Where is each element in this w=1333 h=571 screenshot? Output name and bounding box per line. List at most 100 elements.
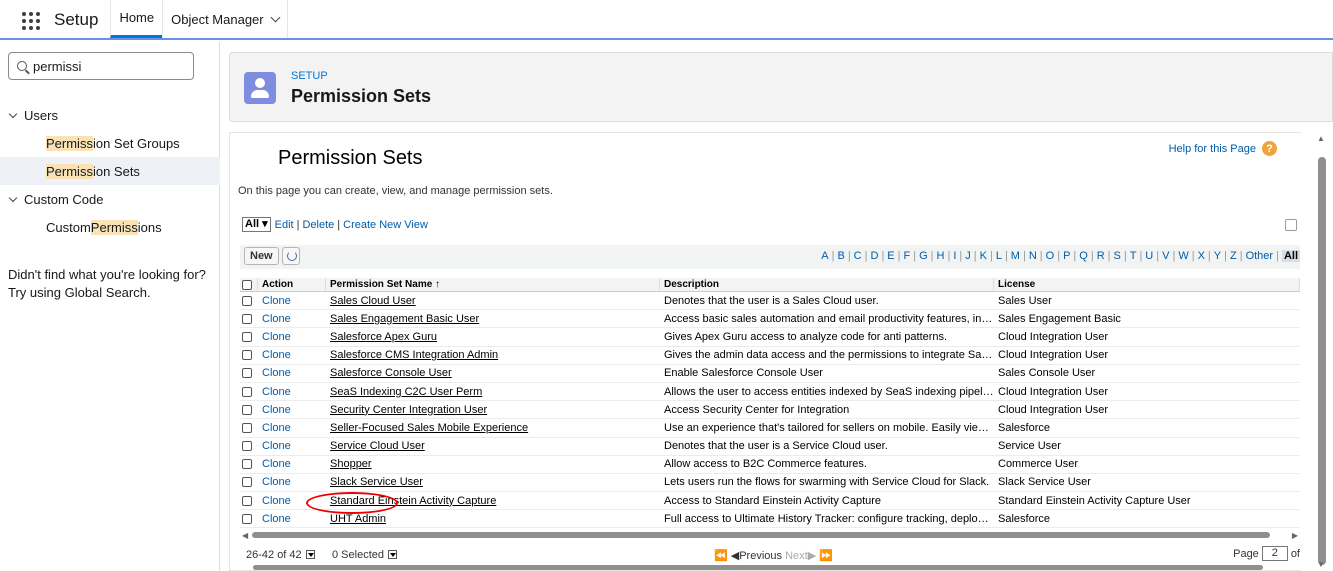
create-new-view-link[interactable]: Create New View bbox=[343, 219, 428, 231]
alpha-filter-q[interactable]: Q bbox=[1079, 250, 1088, 262]
alpha-filter-m[interactable]: M bbox=[1011, 250, 1020, 262]
horizontal-scrollbar[interactable]: ◀ ▶ bbox=[242, 531, 1298, 540]
clone-link[interactable]: Clone bbox=[262, 513, 291, 525]
alpha-filter-l[interactable]: L bbox=[996, 250, 1002, 262]
alpha-filter-h[interactable]: H bbox=[937, 250, 945, 262]
first-page-button[interactable]: ⏪ bbox=[714, 550, 728, 562]
alpha-filter-x[interactable]: X bbox=[1198, 250, 1205, 262]
permission-set-name-link[interactable]: Shopper bbox=[330, 458, 372, 470]
permission-set-name-link[interactable]: Slack Service User bbox=[330, 476, 423, 488]
record-range[interactable]: 26-42 of 42 bbox=[246, 549, 315, 561]
row-checkbox[interactable] bbox=[242, 477, 252, 488]
permission-set-name-link[interactable]: Salesforce Console User bbox=[330, 367, 452, 379]
help-for-this-page-link[interactable]: Help for this Page ? bbox=[1169, 141, 1277, 156]
alpha-filter-e[interactable]: E bbox=[887, 250, 894, 262]
clone-link[interactable]: Clone bbox=[262, 440, 291, 452]
row-checkbox[interactable] bbox=[242, 350, 252, 361]
alpha-filter-all[interactable]: All bbox=[1281, 250, 1300, 262]
refresh-icon[interactable] bbox=[282, 247, 300, 265]
clone-link[interactable]: Clone bbox=[262, 476, 291, 488]
alpha-filter-r[interactable]: R bbox=[1097, 250, 1105, 262]
vertical-scrollbar[interactable]: ▲ ▼ bbox=[1313, 132, 1333, 571]
column-header-name[interactable]: Permission Set Name ↑ bbox=[326, 278, 660, 291]
alpha-filter-u[interactable]: U bbox=[1145, 250, 1153, 262]
permission-set-name-link[interactable]: Seller-Focused Sales Mobile Experience bbox=[330, 422, 528, 434]
clone-link[interactable]: Clone bbox=[262, 422, 291, 434]
sidebar-item-permission-sets[interactable]: Permiss ion Sets bbox=[0, 157, 220, 185]
tree-node-users[interactable]: Users bbox=[8, 108, 58, 123]
separator: | bbox=[1107, 250, 1111, 262]
permission-set-name-link[interactable]: Security Center Integration User bbox=[330, 404, 487, 416]
permission-set-name-link[interactable]: Sales Engagement Basic User bbox=[330, 313, 479, 325]
alpha-filter-z[interactable]: Z bbox=[1230, 250, 1237, 262]
edit-view-link[interactable]: Edit bbox=[275, 219, 294, 231]
clone-link[interactable]: Clone bbox=[262, 331, 291, 343]
column-header-description[interactable]: Description bbox=[660, 278, 994, 291]
clone-link[interactable]: Clone bbox=[262, 495, 291, 507]
alpha-filter-k[interactable]: K bbox=[980, 250, 987, 262]
clone-link[interactable]: Clone bbox=[262, 295, 291, 307]
column-header-license[interactable]: License bbox=[994, 278, 1300, 291]
clone-link[interactable]: Clone bbox=[262, 349, 291, 361]
clone-link[interactable]: Clone bbox=[262, 458, 291, 470]
alpha-filter-s[interactable]: S bbox=[1114, 250, 1121, 262]
alpha-filter-o[interactable]: O bbox=[1046, 250, 1055, 262]
clone-link[interactable]: Clone bbox=[262, 404, 291, 416]
tree-node-custom-code[interactable]: Custom Code bbox=[8, 192, 103, 207]
permission-set-name-link[interactable]: Salesforce CMS Integration Admin bbox=[330, 349, 498, 361]
previous-page-button[interactable]: ◀Previous bbox=[731, 550, 782, 562]
row-checkbox[interactable] bbox=[242, 459, 252, 470]
row-checkbox[interactable] bbox=[242, 404, 252, 415]
next-page-button[interactable]: Next▶ bbox=[785, 550, 816, 562]
page-horizontal-scrollbar[interactable] bbox=[229, 563, 1313, 571]
clone-link[interactable]: Clone bbox=[262, 313, 291, 325]
view-select[interactable]: All ▾ bbox=[242, 217, 271, 232]
printer-icon[interactable] bbox=[1285, 219, 1297, 231]
alpha-filter-y[interactable]: Y bbox=[1214, 250, 1221, 262]
sidebar-item-custom-permissions[interactable]: Custom Permiss ions bbox=[0, 213, 220, 241]
select-all-checkbox[interactable] bbox=[242, 279, 252, 290]
chevron-down-icon[interactable] bbox=[270, 12, 281, 22]
tab-home[interactable]: Home bbox=[110, 0, 163, 38]
table-row: Clone Salesforce Apex Guru Gives Apex Guru… bbox=[240, 328, 1300, 347]
alpha-filter-n[interactable]: N bbox=[1029, 250, 1037, 262]
row-checkbox[interactable] bbox=[242, 495, 252, 506]
delete-view-link[interactable]: Delete bbox=[302, 219, 334, 231]
alpha-filter-v[interactable]: V bbox=[1162, 250, 1169, 262]
permission-set-name-link[interactable]: Service Cloud User bbox=[330, 440, 425, 452]
row-checkbox[interactable] bbox=[242, 313, 252, 324]
row-checkbox[interactable] bbox=[242, 386, 252, 397]
permission-set-name-link[interactable]: UHT Admin bbox=[330, 513, 386, 525]
clone-link[interactable]: Clone bbox=[262, 367, 291, 379]
alpha-filter-b[interactable]: B bbox=[837, 250, 844, 262]
alpha-filter-c[interactable]: C bbox=[854, 250, 862, 262]
sidebar-item-permission-set-groups[interactable]: Permiss ion Set Groups bbox=[0, 129, 220, 157]
alpha-filter-d[interactable]: D bbox=[870, 250, 878, 262]
alpha-filter-w[interactable]: W bbox=[1178, 250, 1188, 262]
alpha-filter-f[interactable]: F bbox=[904, 250, 911, 262]
clone-link[interactable]: Clone bbox=[262, 386, 291, 398]
alpha-filter-t[interactable]: T bbox=[1130, 250, 1137, 262]
tab-object-manager[interactable]: Object Manager bbox=[162, 0, 288, 38]
alpha-filter-g[interactable]: G bbox=[919, 250, 928, 262]
alpha-filter-other[interactable]: Other bbox=[1246, 250, 1274, 262]
page-number-input[interactable]: 2 bbox=[1261, 546, 1288, 561]
last-page-button[interactable]: ⏩ bbox=[819, 550, 833, 562]
selected-count[interactable]: 0 Selected bbox=[332, 549, 397, 561]
row-checkbox[interactable] bbox=[242, 422, 252, 433]
row-checkbox[interactable] bbox=[242, 368, 252, 379]
alpha-filter-j[interactable]: J bbox=[965, 250, 971, 262]
alpha-filter-p[interactable]: P bbox=[1063, 250, 1070, 262]
new-button[interactable]: New bbox=[244, 247, 279, 265]
quick-find-input[interactable]: permissi bbox=[8, 52, 194, 80]
permission-set-name-link[interactable]: SeaS Indexing C2C User Perm bbox=[330, 386, 482, 398]
permission-set-name-link[interactable]: Salesforce Apex Guru bbox=[330, 331, 437, 343]
permission-set-name-link[interactable]: Sales Cloud User bbox=[330, 295, 416, 307]
row-checkbox[interactable] bbox=[242, 513, 252, 524]
app-launcher-icon[interactable] bbox=[22, 12, 44, 30]
alpha-filter-a[interactable]: A bbox=[821, 250, 828, 262]
alpha-filter-i[interactable]: I bbox=[953, 250, 956, 262]
row-checkbox[interactable] bbox=[242, 331, 252, 342]
row-checkbox[interactable] bbox=[242, 441, 252, 452]
row-checkbox[interactable] bbox=[242, 295, 252, 306]
